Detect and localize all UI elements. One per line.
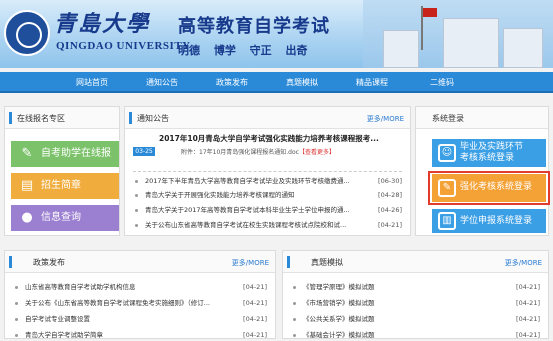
list-item[interactable]: 自学考试专业调整设置 [04-21] — [13, 313, 267, 325]
campus-building-image — [363, 0, 553, 68]
online-registration-panel: 在线报名专区 ✎ 自考助学在线报名 ▤ 招生简章 ● 信息查询 — [4, 106, 120, 236]
list-item[interactable]: 青岛大学关于开展强化实践能力培养考核课程的通知 [04-28] — [133, 189, 402, 201]
list-item[interactable]: 2017年下半年青岛大学高等教育自学考试毕业及实践环节考核缴费通... [06-3… — [133, 175, 402, 187]
list-item[interactable]: 青岛大学关于2017年高等教育自学考试本科毕业生学士学位申报的通... [04-2… — [133, 204, 402, 216]
featured-notice: 2017年10月青岛大学自学考试强化实践能力培养考核课程报考... 03-25 … — [133, 133, 404, 171]
university-motto: 明德 博学 守正 出奇 — [178, 44, 308, 57]
list-item[interactable]: 《基础会计学》模拟试题 [04-21] — [291, 329, 540, 341]
notices-panel: 通知公告 更多/MORE 2017年10月青岛大学自学考试强化实践能力培养考核课程… — [124, 106, 411, 236]
pencil-icon: ✎ — [21, 146, 33, 161]
intensive-assessment-login-button[interactable]: ✎ 强化考核系统登录 — [432, 174, 546, 202]
featured-notice-attachment: 附件：17年10月青岛强化课程报名通知.doc【查看更多】 — [181, 149, 335, 156]
university-name-en: QINGDAO UNIVERSITY — [56, 40, 191, 52]
degree-application-login-button[interactable]: ▥ 学位申报系统登录 — [432, 209, 546, 233]
nav-home[interactable]: 网站首页 — [62, 72, 122, 93]
main-nav: 网站首页 通知公告 政策发布 真题模拟 精品课程 二维码 — [0, 72, 553, 93]
online-registration-title: 在线报名专区 — [17, 114, 65, 123]
list-item[interactable]: 《管理学原理》模拟试题 [04-21] — [291, 281, 540, 293]
list-item[interactable]: 关于公布山东省高等教育自学考试在校生实践课程考核试点院校和试... [04-21] — [133, 219, 402, 231]
list-item[interactable]: 《市场营销学》模拟试题 [04-21] — [291, 297, 540, 309]
doc-icon: ▥ — [438, 212, 456, 230]
policy-title: 政策发布 — [33, 258, 65, 267]
university-emblem-icon[interactable] — [4, 10, 50, 56]
list-item[interactable]: 青岛大学自学考试助学简章 [04-21] — [13, 329, 267, 341]
list-item[interactable]: 《公共关系学》模拟试题 [04-21] — [291, 313, 540, 325]
university-name-cn: 青島大學 — [54, 11, 151, 37]
featured-notice-title[interactable]: 2017年10月青岛大学自学考试强化实践能力培养考核课程报考... — [159, 133, 379, 144]
nav-notices[interactable]: 通知公告 — [132, 72, 192, 93]
nav-courses[interactable]: 精品课程 — [342, 72, 402, 93]
site-title: 高等教育自学考试 — [178, 16, 330, 37]
featured-notice-date: 03-25 — [133, 147, 155, 156]
view-more-link[interactable]: 【查看更多】 — [299, 149, 335, 156]
policy-panel: 政策发布 更多/MORE 山东省高等教育自学考试助学机构信息 [04-21] 关于公… — [4, 250, 276, 339]
edit-icon: ✎ — [438, 179, 456, 197]
self-study-registration-button[interactable]: ✎ 自考助学在线报名 — [11, 141, 119, 185]
list-item[interactable]: 关于公布《山东省高等教育自学考试课程免考实施细则》（修订... [04-21] — [13, 297, 267, 309]
exams-title: 真题模拟 — [311, 258, 343, 267]
notices-title: 通知公告 — [137, 114, 169, 123]
flag-icon — [423, 8, 437, 17]
exams-more-link[interactable]: 更多/MORE — [505, 258, 542, 268]
user-icon: ☺ — [438, 144, 456, 162]
nav-exams[interactable]: 真题模拟 — [272, 72, 332, 93]
book-icon: ▤ — [20, 178, 34, 193]
list-item[interactable]: 山东省高等教育自学考试助学机构信息 [04-21] — [13, 281, 267, 293]
nav-policy[interactable]: 政策发布 — [202, 72, 262, 93]
exams-panel: 真题模拟 更多/MORE 《管理学原理》模拟试题 [04-21] 《市场营销学》模拟… — [282, 250, 549, 339]
admissions-guide-button[interactable]: ▤ 招生简章 — [11, 173, 119, 199]
site-header: 青島大學 QINGDAO UNIVERSITY 高等教育自学考试 明德 博学 守… — [0, 0, 553, 68]
notices-more-link[interactable]: 更多/MORE — [367, 114, 404, 124]
system-login-panel: 系统登录 ☺ 毕业及实践环节 考核系统登录 ✎ 强化考核系统登录 ▥ 学位申报系统… — [415, 106, 550, 236]
graduation-practice-login-button[interactable]: ☺ 毕业及实践环节 考核系统登录 — [432, 139, 546, 167]
nav-qrcode[interactable]: 二维码 — [412, 72, 472, 93]
policy-more-link[interactable]: 更多/MORE — [232, 258, 269, 268]
search-icon: ● — [21, 210, 33, 225]
system-login-title: 系统登录 — [432, 114, 464, 123]
info-query-button[interactable]: ● 信息查询 — [11, 205, 119, 231]
